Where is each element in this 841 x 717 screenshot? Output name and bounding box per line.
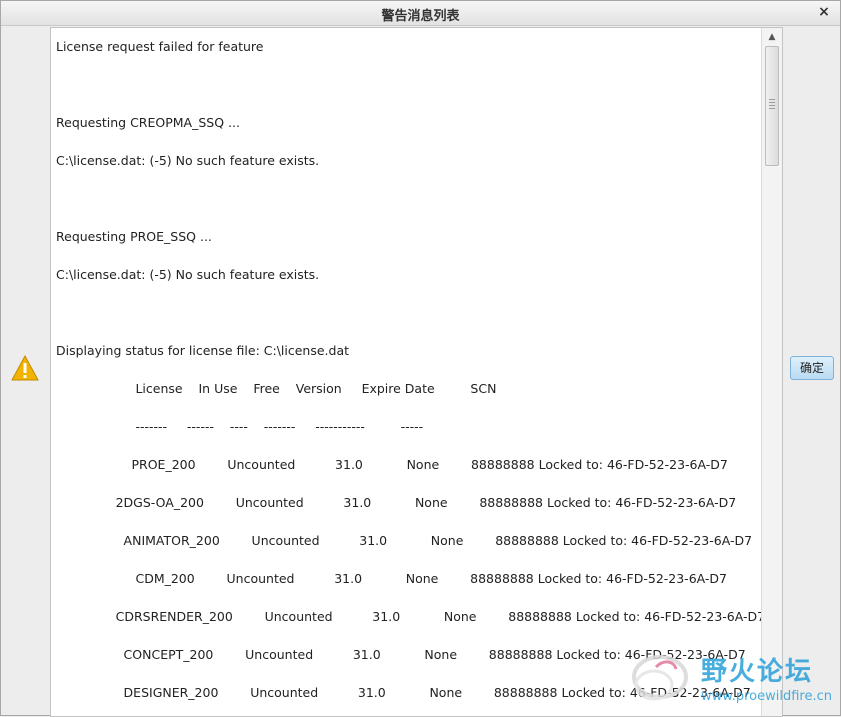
- message-text-area[interactable]: License request failed for feature Reques…: [50, 27, 783, 717]
- close-button[interactable]: ×: [816, 4, 832, 20]
- warning-message-dialog: 警告消息列表 × License request failed for feat…: [0, 0, 841, 717]
- message-lines: License request failed for feature Reques…: [56, 28, 766, 712]
- message-line: 2DGS-OA_200 Uncounted 31.0 None 88888888…: [56, 495, 737, 510]
- scroll-up-arrow-icon[interactable]: ▲: [764, 30, 780, 44]
- message-line: Requesting CREOPMA_SSQ ...: [56, 115, 240, 130]
- message-line: [56, 294, 756, 332]
- scroll-thumb[interactable]: [765, 46, 779, 166]
- message-line: PROE_200 Uncounted 31.0 None 88888888 Lo…: [56, 457, 728, 472]
- message-line: CDM_200 Uncounted 31.0 None 88888888 Loc…: [56, 571, 728, 586]
- watermark-site-name: 野火论坛: [701, 657, 814, 687]
- forum-watermark: 野火论坛 www.proewildfire.cn: [626, 647, 836, 711]
- message-line: Requesting PROE_SSQ ...: [56, 229, 212, 244]
- message-line: License In Use Free Version Expire Date …: [56, 381, 497, 396]
- title-bar[interactable]: 警告消息列表 ×: [1, 1, 840, 26]
- message-line: Displaying status for license file: C:\l…: [56, 343, 350, 358]
- ok-button[interactable]: 确定: [790, 356, 834, 380]
- warning-icon: [11, 355, 39, 381]
- message-line: C:\license.dat: (-5) No such feature exi…: [56, 153, 320, 168]
- message-line: [56, 66, 756, 104]
- message-line: ANIMATOR_200 Uncounted 31.0 None 8888888…: [56, 533, 753, 548]
- message-line: CDRSRENDER_200 Uncounted 31.0 None 88888…: [56, 609, 766, 624]
- vertical-scrollbar[interactable]: ▲: [761, 28, 782, 716]
- watermark-url: www.proewildfire.cn: [701, 689, 832, 704]
- message-line: [56, 180, 756, 218]
- dialog-title: 警告消息列表: [381, 9, 460, 24]
- message-line: ------- ------ ---- ------- ----------- …: [56, 419, 424, 434]
- message-line: License request failed for feature: [56, 39, 264, 54]
- message-line: C:\license.dat: (-5) No such feature exi…: [56, 267, 320, 282]
- wildfire-logo-icon: [632, 655, 688, 701]
